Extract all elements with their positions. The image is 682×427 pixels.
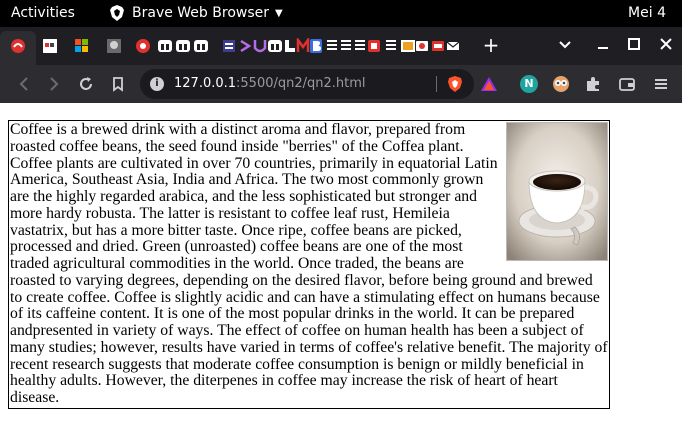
maximize-icon[interactable] <box>625 35 643 53</box>
minimize-icon[interactable] <box>594 35 612 53</box>
tab-favicon-icon[interactable] <box>325 38 339 54</box>
tab-favicon-icon[interactable] <box>194 38 208 54</box>
chevron-down-icon: ▼ <box>275 7 283 19</box>
tab-favicon-icon[interactable] <box>253 38 267 54</box>
tab-favicon-icon[interactable] <box>11 38 25 54</box>
tab-favicon-icon[interactable] <box>367 38 381 54</box>
tab-search-chevron-icon[interactable] <box>556 35 574 53</box>
menu-icon[interactable] <box>652 75 670 93</box>
tab-favicon-icon[interactable] <box>136 38 150 54</box>
tab-favicon-icon[interactable] <box>75 38 89 54</box>
address-bar[interactable]: i 127.0.0.1:5500/qn2/qn2.html <box>140 69 474 99</box>
tab-favicon-icon[interactable] <box>43 38 57 54</box>
profile-extension-icon[interactable]: N <box>520 75 538 93</box>
reload-icon[interactable] <box>76 74 96 94</box>
tab-favicon-icon[interactable] <box>401 38 415 54</box>
browser-toolbar: i 127.0.0.1:5500/qn2/qn2.html N <box>0 65 682 103</box>
bookmark-icon[interactable] <box>108 74 128 94</box>
new-tab-button[interactable]: + <box>482 34 500 56</box>
url-text[interactable]: 127.0.0.1:5500/qn2/qn2.html <box>174 76 366 91</box>
app-menu-label: Brave Web Browser <box>132 5 269 21</box>
close-icon[interactable] <box>657 35 675 53</box>
brave-app-icon <box>110 5 124 21</box>
tab-favicon-icon[interactable] <box>353 38 367 54</box>
clock[interactable]: Mei 4 <box>628 5 666 21</box>
system-top-bar: Activities Brave Web Browser ▼ Mei 4 <box>0 0 682 27</box>
owl-extension-icon[interactable] <box>552 75 570 93</box>
tab-favicon-icon[interactable] <box>283 38 297 54</box>
coffee-cup-photo <box>506 122 608 261</box>
back-icon[interactable] <box>14 74 34 94</box>
app-menu[interactable]: Brave Web Browser ▼ <box>110 5 283 21</box>
tab-favicon-icon[interactable] <box>309 38 323 54</box>
brave-shields-icon[interactable] <box>446 75 464 93</box>
tab-favicon-icon[interactable] <box>268 38 282 54</box>
tab-favicon-icon[interactable] <box>176 38 190 54</box>
wallet-icon[interactable] <box>618 75 636 93</box>
tab-favicon-icon[interactable] <box>296 38 310 54</box>
tab-favicon-icon[interactable] <box>107 38 121 54</box>
activities-button[interactable]: Activities <box>11 5 75 21</box>
tab-favicon-icon[interactable] <box>222 38 236 54</box>
tab-favicon-icon[interactable] <box>446 38 460 54</box>
forward-icon[interactable] <box>44 74 64 94</box>
brave-rewards-icon[interactable] <box>480 75 498 93</box>
url-path: :5500/qn2/qn2.html <box>236 76 366 91</box>
tab-favicon-icon[interactable] <box>415 38 429 54</box>
coffee-article: Coffee is a brewed drink with a distinct… <box>8 120 610 409</box>
address-bar-divider <box>436 76 437 92</box>
page-viewport: Coffee is a brewed drink with a distinct… <box>0 103 682 427</box>
tab-favicon-icon[interactable] <box>158 38 172 54</box>
tab-favicon-icon[interactable] <box>384 38 398 54</box>
tab-favicon-icon[interactable] <box>431 38 445 54</box>
tab-favicon-icon[interactable] <box>339 38 353 54</box>
tab-strip: + <box>0 27 682 65</box>
site-info-icon[interactable]: i <box>150 77 164 91</box>
tab-favicon-icon[interactable] <box>238 38 252 54</box>
extensions-puzzle-icon[interactable] <box>584 75 602 93</box>
url-host: 127.0.0.1 <box>174 76 237 91</box>
